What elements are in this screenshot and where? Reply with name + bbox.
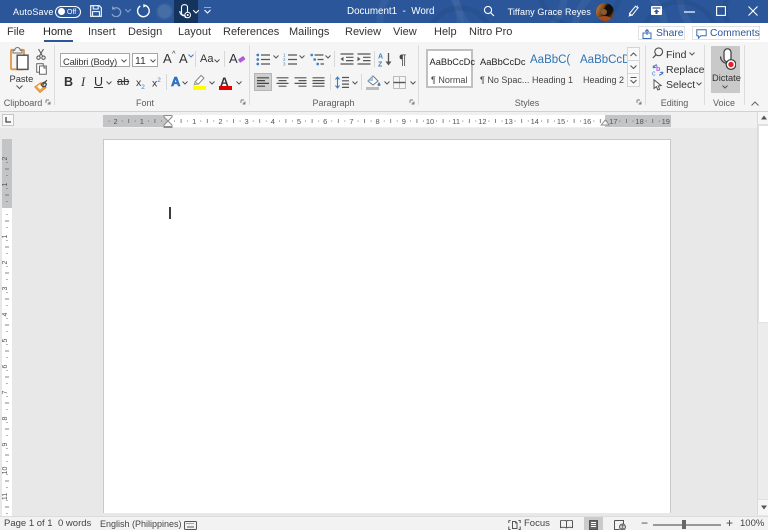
svg-text:14: 14 xyxy=(531,117,539,126)
svg-text:3: 3 xyxy=(245,117,249,126)
svg-text:7: 7 xyxy=(349,117,353,126)
svg-text:8: 8 xyxy=(2,416,9,420)
svg-text:12: 12 xyxy=(478,117,486,126)
svg-text:2: 2 xyxy=(114,117,118,126)
svg-text:16: 16 xyxy=(583,117,591,126)
svg-text:1: 1 xyxy=(192,117,196,126)
svg-text:3: 3 xyxy=(283,62,286,67)
svg-text:6: 6 xyxy=(2,364,9,368)
svg-text:A: A xyxy=(378,54,383,61)
svg-text:1: 1 xyxy=(140,117,144,126)
svg-text:2: 2 xyxy=(2,260,9,264)
svg-text:9: 9 xyxy=(402,117,406,126)
svg-text:19: 19 xyxy=(662,117,670,126)
svg-text:18: 18 xyxy=(635,117,643,126)
svg-text:5: 5 xyxy=(297,117,301,126)
svg-text:4: 4 xyxy=(271,117,275,126)
svg-text:6: 6 xyxy=(323,117,327,126)
svg-text:c: c xyxy=(652,71,656,77)
svg-text:10: 10 xyxy=(426,117,434,126)
svg-text:9: 9 xyxy=(2,442,9,446)
svg-text:11: 11 xyxy=(452,117,460,126)
svg-text:8: 8 xyxy=(376,117,380,126)
svg-text:10: 10 xyxy=(2,467,9,475)
svg-text:Z: Z xyxy=(378,62,383,68)
svg-text:3: 3 xyxy=(2,286,9,290)
svg-text:11: 11 xyxy=(2,493,9,500)
svg-text:17: 17 xyxy=(609,117,617,126)
svg-text:7: 7 xyxy=(2,390,9,394)
svg-text:15: 15 xyxy=(557,117,565,126)
svg-text:b: b xyxy=(656,66,660,73)
svg-text:1: 1 xyxy=(2,234,9,238)
svg-text:5: 5 xyxy=(2,338,9,342)
svg-text:2: 2 xyxy=(218,117,222,126)
svg-text:13: 13 xyxy=(504,117,512,126)
svg-text:4: 4 xyxy=(2,312,9,316)
svg-text:1: 1 xyxy=(2,182,9,186)
svg-text:2: 2 xyxy=(2,156,9,160)
